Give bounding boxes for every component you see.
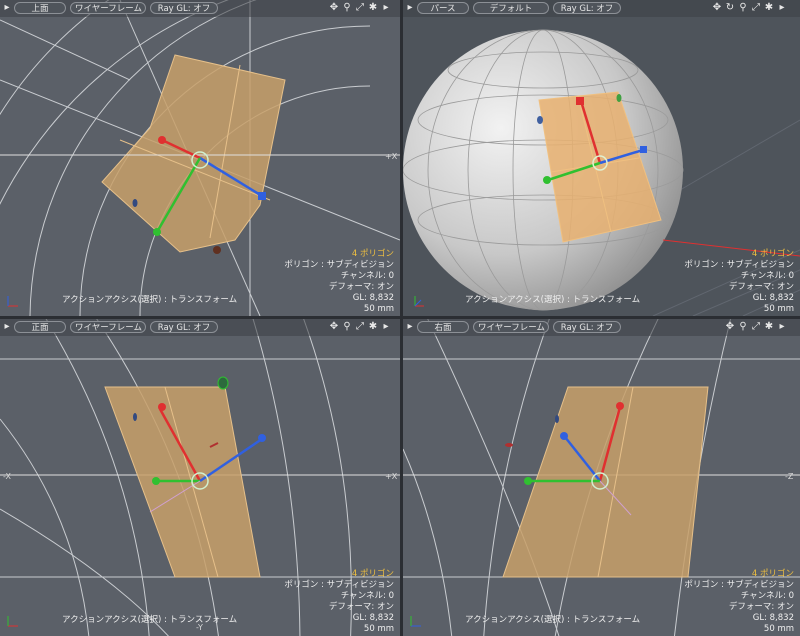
deformer-info: デフォーマ: オン bbox=[728, 602, 794, 612]
shading-mode-button[interactable]: ワイヤーフレーム bbox=[70, 2, 146, 14]
gl-info: GL: 8,832 bbox=[352, 613, 394, 623]
move-view-icon[interactable]: ✥ bbox=[328, 2, 340, 14]
viewport-divider-horizontal[interactable] bbox=[0, 316, 800, 319]
settings-icon[interactable]: ✱ bbox=[367, 2, 379, 14]
settings-icon[interactable]: ✱ bbox=[763, 321, 775, 333]
ray-gl-button[interactable]: Ray GL: オフ bbox=[553, 2, 621, 14]
zoom-icon[interactable]: ⚲ bbox=[737, 321, 749, 333]
rotate-view-icon[interactable]: ↻ bbox=[724, 2, 736, 14]
viewport-info: 4 ポリゴン ポリゴン : サブディビジョン チャンネル: 0 デフォーマ: オ… bbox=[684, 569, 794, 635]
shading-mode-button[interactable]: ワイヤーフレーム bbox=[473, 321, 549, 333]
shading-mode-button[interactable]: ワイヤーフレーム bbox=[70, 321, 146, 333]
move-view-icon[interactable]: ✥ bbox=[724, 321, 736, 333]
gl-info: GL: 8,832 bbox=[752, 613, 794, 623]
viewport-info: 4 ポリゴン ポリゴン : サブディビジョン チャンネル: 0 デフォーマ: オ… bbox=[684, 249, 794, 315]
settings-icon[interactable]: ✱ bbox=[367, 321, 379, 333]
ray-gl-button[interactable]: Ray GL: オフ bbox=[150, 321, 218, 333]
action-status: アクションアクシス(選択) : トランスフォーム bbox=[465, 615, 641, 625]
viewport-options-icon[interactable]: ▸ bbox=[1, 321, 13, 333]
axis-gizmo-icon bbox=[414, 296, 424, 307]
axis-gizmo-icon bbox=[7, 296, 18, 307]
zoom-icon[interactable]: ⚲ bbox=[341, 2, 353, 14]
menu-arrow-icon[interactable]: ▸ bbox=[380, 2, 392, 14]
polygon-count: 4 ポリゴン bbox=[351, 569, 394, 579]
shading-mode-button[interactable]: デフォルト bbox=[473, 2, 549, 14]
settings-icon[interactable]: ✱ bbox=[763, 2, 775, 14]
viewport-top-toolbar: ▸ 上面 ワイヤーフレーム Ray GL: オフ ✥ ⚲ ⤢ ✱ ▸ bbox=[0, 0, 400, 17]
channel-info: チャンネル: 0 bbox=[340, 271, 394, 281]
menu-arrow-icon[interactable]: ▸ bbox=[776, 321, 788, 333]
channel-info: チャンネル: 0 bbox=[340, 591, 394, 601]
view-type-button[interactable]: 正面 bbox=[14, 321, 66, 333]
axis-label-right: -Z bbox=[785, 472, 794, 481]
menu-arrow-icon[interactable]: ▸ bbox=[380, 321, 392, 333]
axis-label-right: +X bbox=[385, 472, 398, 481]
view-type-button[interactable]: 上面 bbox=[14, 2, 66, 14]
channel-info: チャンネル: 0 bbox=[740, 591, 794, 601]
maximize-icon[interactable]: ⤢ bbox=[750, 2, 762, 14]
viewport-perspective-toolbar: ▸ パース デフォルト Ray GL: オフ ✥ ↻ ⚲ ⤢ ✱ ▸ bbox=[403, 0, 800, 17]
viewport-info: 4 ポリゴン ポリゴン : サブディビジョン チャンネル: 0 デフォーマ: オ… bbox=[284, 569, 394, 635]
move-view-icon[interactable]: ✥ bbox=[711, 2, 723, 14]
polygon-count: 4 ポリゴン bbox=[751, 569, 794, 579]
maximize-icon[interactable]: ⤢ bbox=[354, 2, 366, 14]
scale-info: 50 mm bbox=[363, 624, 394, 634]
polygon-type: ポリゴン : サブディビジョン bbox=[684, 580, 794, 590]
channel-info: チャンネル: 0 bbox=[740, 271, 794, 281]
axis-label-right: +X bbox=[385, 152, 398, 161]
viewport-right-toolbar: ▸ 右面 ワイヤーフレーム Ray GL: オフ ✥ ⚲ ⤢ ✱ ▸ bbox=[403, 319, 800, 336]
polygon-type: ポリゴン : サブディビジョン bbox=[284, 260, 394, 270]
viewport-front[interactable]: ▸ 正面 ワイヤーフレーム Ray GL: オフ ✥ ⚲ ⤢ ✱ ▸ -X +X… bbox=[0, 319, 400, 636]
viewport-options-icon[interactable]: ▸ bbox=[1, 2, 13, 14]
ray-gl-button[interactable]: Ray GL: オフ bbox=[150, 2, 218, 14]
deformer-info: デフォーマ: オン bbox=[328, 282, 394, 292]
viewport-options-icon[interactable]: ▸ bbox=[404, 321, 416, 333]
polygon-count: 4 ポリゴン bbox=[351, 249, 394, 259]
deformer-info: デフォーマ: オン bbox=[728, 282, 794, 292]
viewport-options-icon[interactable]: ▸ bbox=[404, 2, 416, 14]
axis-gizmo-icon bbox=[7, 616, 18, 627]
ray-gl-button[interactable]: Ray GL: オフ bbox=[553, 321, 621, 333]
view-type-button[interactable]: パース bbox=[417, 2, 469, 14]
action-status: アクションアクシス(選択) : トランスフォーム bbox=[62, 615, 238, 625]
polygon-type: ポリゴン : サブディビジョン bbox=[684, 260, 794, 270]
viewport-top[interactable]: ▸ 上面 ワイヤーフレーム Ray GL: オフ ✥ ⚲ ⤢ ✱ ▸ +X 4 … bbox=[0, 0, 400, 316]
polygon-type: ポリゴン : サブディビジョン bbox=[284, 580, 394, 590]
viewport-front-toolbar: ▸ 正面 ワイヤーフレーム Ray GL: オフ ✥ ⚲ ⤢ ✱ ▸ bbox=[0, 319, 400, 336]
zoom-icon[interactable]: ⚲ bbox=[737, 2, 749, 14]
move-view-icon[interactable]: ✥ bbox=[328, 321, 340, 333]
action-status: アクションアクシス(選択) : トランスフォーム bbox=[465, 295, 641, 305]
deformer-info: デフォーマ: オン bbox=[328, 602, 394, 612]
polygon-count: 4 ポリゴン bbox=[751, 249, 794, 259]
gl-info: GL: 8,832 bbox=[352, 293, 394, 303]
axis-label-left: -X bbox=[3, 472, 11, 481]
viewport-info: 4 ポリゴン ポリゴン : サブディビジョン チャンネル: 0 デフォーマ: オ… bbox=[284, 249, 394, 315]
axis-gizmo-icon bbox=[410, 616, 421, 627]
view-type-button[interactable]: 右面 bbox=[417, 321, 469, 333]
zoom-icon[interactable]: ⚲ bbox=[341, 321, 353, 333]
scale-info: 50 mm bbox=[363, 304, 394, 314]
maximize-icon[interactable]: ⤢ bbox=[354, 321, 366, 333]
gl-info: GL: 8,832 bbox=[752, 293, 794, 303]
action-status: アクションアクシス(選択) : トランスフォーム bbox=[62, 295, 238, 305]
scale-info: 50 mm bbox=[763, 304, 794, 314]
viewport-right[interactable]: ▸ 右面 ワイヤーフレーム Ray GL: オフ ✥ ⚲ ⤢ ✱ ▸ -Z 4 … bbox=[403, 319, 800, 636]
menu-arrow-icon[interactable]: ▸ bbox=[776, 2, 788, 14]
viewport-grid: ▸ 上面 ワイヤーフレーム Ray GL: オフ ✥ ⚲ ⤢ ✱ ▸ +X 4 … bbox=[0, 0, 800, 636]
scale-info: 50 mm bbox=[763, 624, 794, 634]
viewport-perspective[interactable]: ▸ パース デフォルト Ray GL: オフ ✥ ↻ ⚲ ⤢ ✱ ▸ 4 ポリゴ… bbox=[403, 0, 800, 316]
maximize-icon[interactable]: ⤢ bbox=[750, 321, 762, 333]
